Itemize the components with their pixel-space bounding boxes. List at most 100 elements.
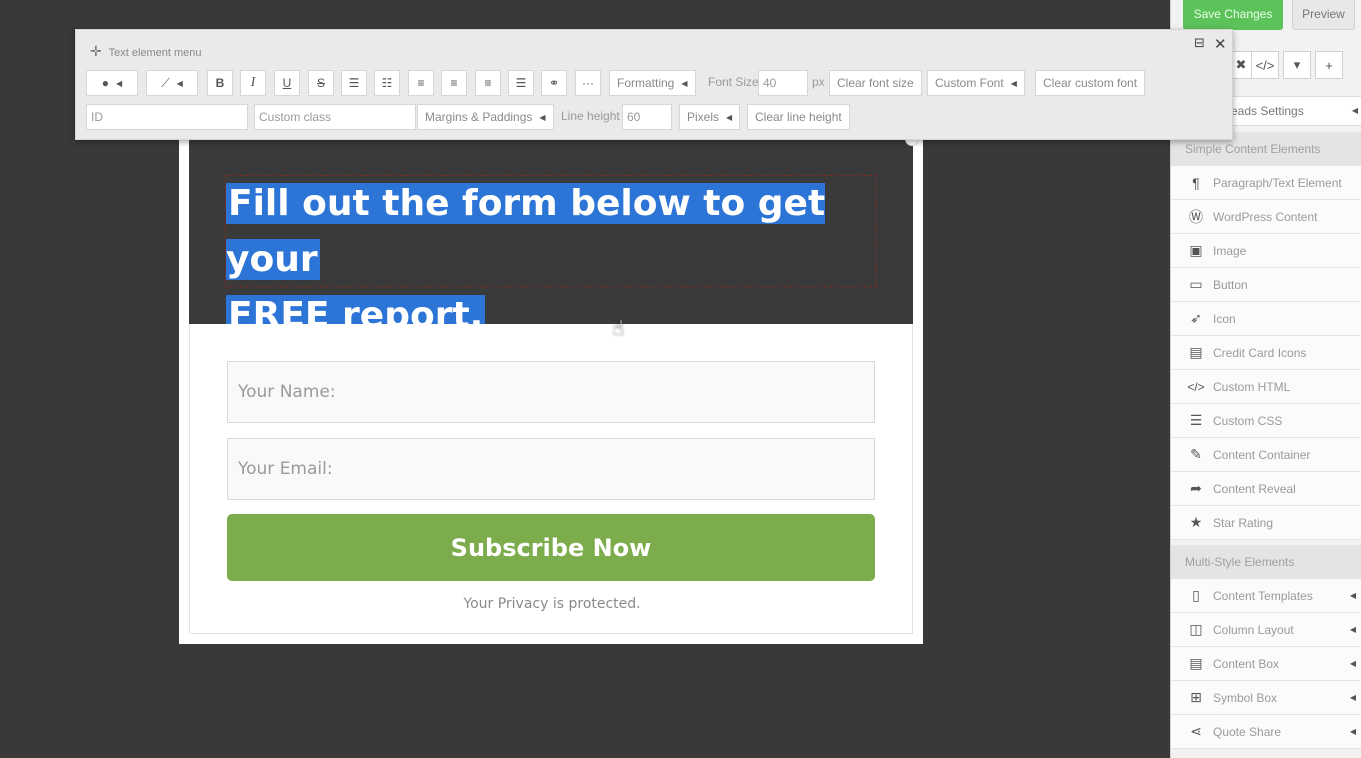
sidebar-item-quote-share[interactable]: ⋖ Quote Share ◀ [1171,715,1361,749]
name-field[interactable]: Your Name: [227,361,875,423]
sidebar-item-label: Content Reveal [1213,481,1296,496]
sidebar-item-star-rating[interactable]: ★ Star Rating [1171,506,1361,540]
edit-icon: ✎ [1190,446,1202,462]
custom-font-label: Custom Font [935,76,1004,90]
sidebar-item-label: Button [1213,277,1248,292]
pixels-dropdown[interactable]: Pixels ◀ [679,104,741,130]
font-size-input[interactable]: 40 [758,70,808,96]
text-element-menu: ✛ Text element menu ⊟ ✕ ● ◀ ⟋ ◀ B I U S ☰ … [75,29,1233,140]
headline-text[interactable]: Fill out the form below to get your FREE… [225,175,877,336]
credit-card-icon: ▤ [1189,344,1203,360]
caret-icon: ◀ [1349,591,1356,600]
caret-icon: ◀ [1349,659,1356,668]
star-icon: ★ [1189,514,1203,530]
id-input[interactable]: ID [86,104,248,130]
headline-line-1[interactable]: Fill out the form below to get your [226,183,826,280]
code-view-icon[interactable]: </> [1251,51,1279,79]
sidebar-item-content-templates[interactable]: ▯ Content Templates ◀ [1171,579,1361,613]
underline-button[interactable]: U [274,70,300,96]
link-icon[interactable]: ⚭ [541,70,567,96]
settings-label: eads Settings [1231,104,1304,118]
add-icon[interactable]: + [1315,51,1343,79]
caret-icon: ◀ [681,78,688,88]
margins-label: Margins & Paddings [425,110,533,124]
sidebar-item-label: Paragraph/Text Element [1213,175,1342,190]
preview-button[interactable]: Preview [1292,0,1355,30]
caret-icon: ◀ [726,112,733,122]
rocket-icon: ➶ [1190,310,1202,326]
align-center-icon[interactable]: ≡ [441,70,467,96]
align-left-icon[interactable]: ≡ [408,70,434,96]
privacy-text: Your Privacy is protected. [463,596,641,612]
button-icon: ▭ [1189,276,1203,292]
sidebar-item-paragraph[interactable]: ¶ Paragraph/Text Element [1171,166,1361,200]
caret-icon: ◀ [1351,106,1358,115]
align-right-icon[interactable]: ≡ [475,70,501,96]
sidebar-item-label: Star Rating [1213,515,1274,530]
sidebar-item-label: WordPress Content [1213,209,1318,224]
caret-icon: ◀ [116,78,123,88]
save-changes-button[interactable]: Save Changes [1183,0,1283,30]
optin-form-canvas: Fill out the form below to get your FREE… [179,120,923,644]
css-icon: ☰ [1189,412,1203,428]
line-height-label: Line height [561,109,620,123]
dropdown-icon[interactable]: ▾ [1283,51,1311,79]
hand-cursor-icon: ☝ [612,318,625,340]
code-icon: </> [1187,379,1205,394]
menu-title[interactable]: ✛ Text element menu [90,43,202,60]
sidebar-item-label: Image [1213,243,1247,258]
sidebar-item-credit-card[interactable]: ▤ Credit Card Icons [1171,336,1361,370]
menu-title-label: Text element menu [108,47,202,59]
color-picker-button[interactable]: ● ◀ [86,70,138,96]
columns-icon: ◫ [1189,621,1203,637]
sidebar-item-button[interactable]: ▭ Button [1171,268,1361,302]
move-icon[interactable]: ✛ [90,43,102,59]
sidebar-item-icon[interactable]: ➶ Icon [1171,302,1361,336]
wordpress-icon: Ⓦ [1189,208,1203,225]
sidebar-item-content-reveal[interactable]: ➦ Content Reveal [1171,472,1361,506]
caret-icon: ◀ [539,112,546,122]
numbered-list-icon[interactable]: ☷ [374,70,400,96]
margins-paddings-dropdown[interactable]: Margins & Paddings ◀ [417,104,554,130]
line-height-input[interactable]: 60 [622,104,672,130]
custom-class-input[interactable]: Custom class [254,104,416,130]
sidebar-item-label: Quote Share [1213,724,1282,739]
clear-font-size-button[interactable]: Clear font size [829,70,922,96]
document-icon: ▯ [1192,587,1200,603]
formatting-dropdown[interactable]: Formatting ◀ [609,70,696,96]
share-icon: ⋖ [1190,723,1202,739]
sidebar-item-content-container[interactable]: ✎ Content Container [1171,438,1361,472]
font-size-label: Font Size [708,75,759,89]
sidebar-item-label: Credit Card Icons [1213,345,1307,360]
bullet-list-icon[interactable]: ☰ [341,70,367,96]
bold-button[interactable]: B [207,70,233,96]
sidebar-item-label: Custom HTML [1213,379,1291,394]
formatting-label: Formatting [617,76,675,90]
sidebar-item-symbol-box[interactable]: ⊞ Symbol Box ◀ [1171,681,1361,715]
highlight-button[interactable]: ⟋ ◀ [146,70,198,96]
sidebar-item-image[interactable]: ▣ Image [1171,234,1361,268]
close-icon[interactable]: ✕ [1214,35,1227,53]
align-justify-icon[interactable]: ☰ [508,70,534,96]
more-button[interactable]: ··· [575,70,601,96]
sidebar-item-content-box[interactable]: ▤ Content Box ◀ [1171,647,1361,681]
share-arrow-icon: ➦ [1190,480,1202,496]
clear-line-height-button[interactable]: Clear line height [747,104,850,130]
custom-font-dropdown[interactable]: Custom Font ◀ [927,70,1025,96]
clear-custom-font-button[interactable]: Clear custom font [1035,70,1146,96]
symbol-box-icon: ⊞ [1190,689,1202,705]
strikethrough-button[interactable]: S [308,70,334,96]
sidebar-item-custom-css[interactable]: ☰ Custom CSS [1171,404,1361,438]
email-field[interactable]: Your Email: [227,438,875,500]
italic-button[interactable]: I [240,70,266,96]
sidebar-item-label: Column Layout [1213,622,1294,637]
sidebar-item-custom-html[interactable]: </> Custom HTML [1171,370,1361,404]
minimize-icon[interactable]: ⊟ [1194,35,1205,51]
sidebar-item-wordpress[interactable]: Ⓦ WordPress Content [1171,200,1361,234]
pixels-label: Pixels [687,110,720,124]
sidebar-item-column-layout[interactable]: ◫ Column Layout ◀ [1171,613,1361,647]
subscribe-button[interactable]: Subscribe Now [227,514,875,581]
paragraph-icon: ¶ [1192,174,1200,191]
sidebar-item-label: Icon [1213,311,1236,326]
headline-block[interactable]: Fill out the form below to get your FREE… [189,132,919,336]
